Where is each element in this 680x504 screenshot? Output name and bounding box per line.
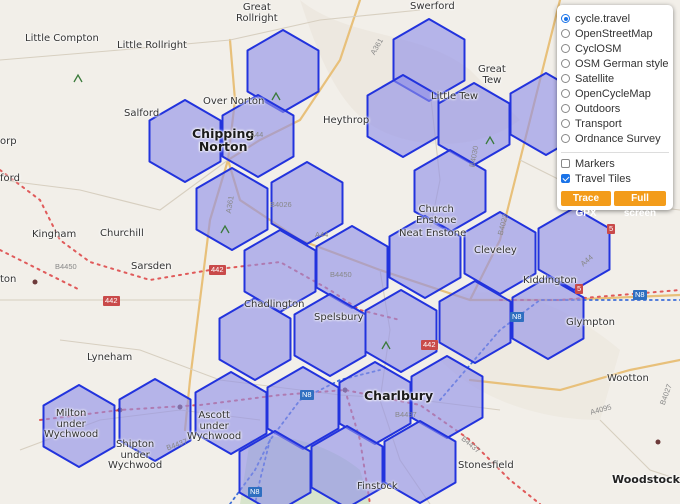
place-ascott-under-wychwood: Ascott under Wychwood (187, 410, 242, 442)
layer-option-satellite[interactable]: Satellite (561, 71, 614, 86)
layer-option-openstreetmap[interactable]: OpenStreetMap (561, 26, 653, 41)
place-kingham: Kingham (32, 229, 77, 240)
travel-tiles-layer (42, 18, 611, 504)
overlay-label: Markers (575, 157, 615, 170)
place-ford-edge: ford (0, 173, 20, 184)
radio-icon[interactable] (561, 119, 570, 128)
trace-gpx-button[interactable]: Trace GPX (561, 191, 611, 219)
peak-icon (73, 73, 83, 83)
layer-control-panel: cycle.travel OpenStreetMap CyclOSM OSM G… (557, 5, 673, 219)
place-cleveley: Cleveley (474, 245, 517, 256)
radio-icon[interactable] (561, 44, 570, 53)
station-dot (655, 439, 661, 445)
place-orp-edge: orp (0, 136, 17, 147)
road-badge: 442 (209, 265, 226, 275)
route-badge: N8 (300, 390, 314, 400)
place-milton-under-wychwood: Milton under Wychwood (44, 408, 99, 440)
layer-label: Ordnance Survey (575, 132, 661, 145)
road-badge: 5 (575, 284, 584, 294)
place-great-rollright: Great Rollright (236, 2, 278, 24)
radio-icon[interactable] (561, 29, 570, 38)
minor-road (599, 419, 680, 481)
layer-label: Satellite (575, 72, 615, 85)
radio-icon[interactable] (561, 74, 570, 83)
overlay-option-travel-tiles[interactable]: Travel Tiles (561, 171, 631, 186)
radio-selected-icon[interactable] (561, 14, 570, 23)
layer-option-opencyclemap[interactable]: OpenCycleMap (561, 86, 651, 101)
route-badge: N8 (248, 487, 262, 497)
place-little-tew: Little Tew (431, 91, 479, 102)
layer-option-cycle-travel[interactable]: cycle.travel (561, 11, 630, 26)
layer-label: Transport (575, 117, 622, 130)
layer-label: CyclOSM (575, 42, 622, 55)
full-screen-button[interactable]: Full screen (614, 191, 666, 219)
place-over-norton: Over Norton (203, 96, 265, 107)
layer-option-osm-german-style[interactable]: OSM German style (561, 56, 669, 71)
layer-label: OSM German style (575, 57, 669, 70)
layer-option-transport[interactable]: Transport (561, 116, 622, 131)
layer-option-cyclosm[interactable]: CyclOSM (561, 41, 621, 56)
road-badge: 442 (103, 296, 120, 306)
place-neat-enstone: Neat Enstone (399, 228, 467, 239)
place-glympton: Glympton (566, 317, 615, 328)
road-badge: 5 (607, 224, 616, 234)
place-wootton: Wootton (607, 373, 649, 384)
place-churchill: Churchill (100, 228, 144, 239)
layer-option-outdoors[interactable]: Outdoors (561, 101, 620, 116)
radio-icon[interactable] (561, 59, 570, 68)
radio-icon[interactable] (561, 134, 570, 143)
place-charlbury: Charlbury (364, 388, 434, 403)
place-lyneham: Lyneham (87, 352, 133, 363)
place-salford: Salford (124, 108, 160, 119)
place-chadlington: Chadlington (244, 299, 305, 310)
road-number: B4437 (395, 410, 417, 419)
place-church-enstone: Church Enstone (416, 204, 457, 226)
road-number: A44 (315, 230, 329, 239)
overlay-option-markers[interactable]: Markers (561, 156, 615, 171)
place-kiddington: Kiddington (523, 275, 577, 286)
road-number: B4450 (55, 262, 77, 271)
panel-separator (561, 152, 669, 153)
place-little-compton: Little Compton (25, 33, 99, 44)
layer-label: OpenStreetMap (575, 27, 653, 40)
place-swerford: Swerford (410, 1, 455, 12)
checkbox-icon[interactable] (561, 159, 570, 168)
route-badge: N8 (510, 312, 524, 322)
road-number: B4450 (330, 270, 352, 279)
station-dot (32, 279, 38, 285)
road-number: B4026 (270, 200, 292, 209)
overlay-label: Travel Tiles (575, 172, 631, 185)
place-chipping-norton: Chipping Norton (192, 126, 255, 155)
checkbox-checked-icon[interactable] (561, 174, 570, 183)
travel-tile (364, 289, 438, 373)
place-spelsbury: Spelsbury (314, 312, 364, 323)
layer-label: OpenCycleMap (575, 87, 651, 100)
place-shipton-under-wychwood: Shipton under Wychwood (108, 439, 163, 471)
place-sarsden: Sarsden (131, 261, 172, 272)
place-little-rollright: Little Rollright (117, 40, 187, 51)
road-badge: 442 (421, 340, 438, 350)
layer-label: cycle.travel (575, 12, 631, 25)
radio-icon[interactable] (561, 104, 570, 113)
layer-option-ordnance-survey[interactable]: Ordnance Survey (561, 131, 661, 146)
route-badge: N8 (633, 290, 647, 300)
layer-label: Outdoors (575, 102, 621, 115)
place-woodstock: Woodstock (612, 473, 680, 486)
place-ton-edge: ton (0, 274, 17, 285)
place-stonesfield: Stonesfield (458, 460, 514, 471)
place-great-tew: Great Tew (478, 64, 506, 86)
road-number: A44 (250, 130, 264, 139)
radio-icon[interactable] (561, 89, 570, 98)
place-finstock: Finstock (357, 481, 398, 492)
place-heythrop: Heythrop (323, 115, 370, 126)
